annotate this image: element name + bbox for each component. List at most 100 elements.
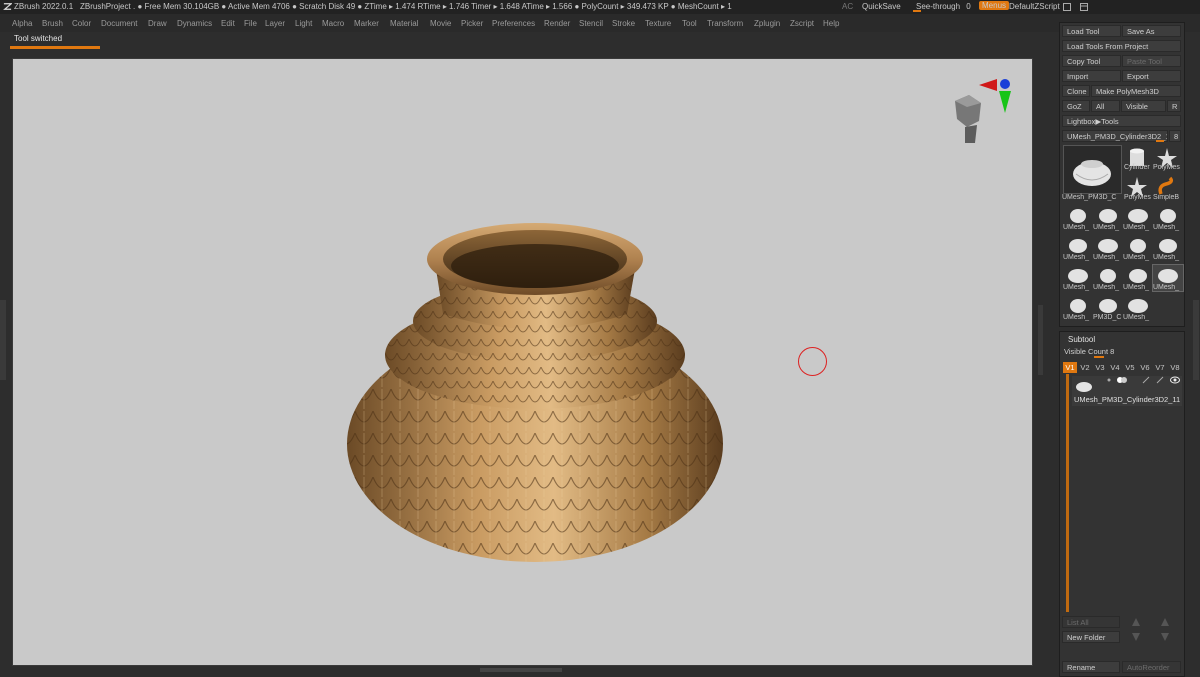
document-canvas[interactable] [12,58,1033,666]
menu-item-movie[interactable]: Movie [430,19,451,28]
tool-thumbnail[interactable]: UMesh_ [1093,205,1123,231]
menu-item-file[interactable]: File [244,19,257,28]
active-tool-thumbnail[interactable] [1063,145,1122,194]
pot-thumbnail-icon [1070,299,1086,313]
menu-item-draw[interactable]: Draw [148,19,167,28]
current-tool-slider[interactable]: UMesh_PM3D_Cylinder3D2_1 [1062,130,1168,142]
rename-button[interactable]: Rename [1062,661,1120,673]
y-axis-icon[interactable] [999,91,1011,113]
tool-thumbnail[interactable]: UMesh_ [1123,235,1153,261]
menu-item-picker[interactable]: Picker [461,19,483,28]
subtool-item[interactable]: UMesh_PM3D_Cylinder3D2_11 [1072,376,1182,406]
bottom-shelf-handle[interactable] [480,668,562,672]
menu-item-material[interactable]: Material [390,19,418,28]
tool-thumbnail[interactable]: UMesh_ [1153,205,1183,231]
load-tools-from-project-button[interactable]: Load Tools From Project [1062,40,1181,52]
menu-item-tool[interactable]: Tool [682,19,697,28]
brush-icon[interactable] [1142,376,1150,384]
tray-handle[interactable] [1193,300,1199,380]
tool-thumbnail[interactable]: UMesh_ [1123,205,1153,231]
tool-thumbnail[interactable]: UMesh_ [1063,295,1093,321]
quicksave-button[interactable]: QuickSave [862,2,901,11]
list-all-button[interactable]: List All [1062,616,1120,628]
make-polymesh-button[interactable]: Make PolyMesh3D [1091,85,1181,97]
visibility-tab-v3[interactable]: V3 [1093,362,1107,373]
import-button[interactable]: Import [1062,70,1121,82]
tool-thumbnail[interactable]: UMesh_ [1063,265,1093,291]
visibility-tab-v4[interactable]: V4 [1108,362,1122,373]
right-shelf-handle[interactable] [1038,305,1043,375]
menu-item-stroke[interactable]: Stroke [612,19,635,28]
tool-thumbnail[interactable]: UMesh_ [1152,264,1184,292]
visibility-tab-v5[interactable]: V5 [1123,362,1137,373]
menu-item-color[interactable]: Color [72,19,91,28]
menu-item-brush[interactable]: Brush [42,19,63,28]
menu-item-light[interactable]: Light [295,19,312,28]
goz-all-button[interactable]: All [1091,100,1120,112]
left-shelf-handle[interactable] [0,300,6,380]
move-bottom-icon[interactable] [1161,633,1169,641]
visibility-tab-v1[interactable]: V1 [1063,362,1077,373]
menu-item-texture[interactable]: Texture [645,19,671,28]
tool-thumbnail[interactable]: UMesh_ [1063,205,1093,231]
visibility-tab-v7[interactable]: V7 [1153,362,1167,373]
move-top-icon[interactable] [1161,618,1169,626]
tool-thumbnail[interactable]: PM3D_C [1093,295,1123,321]
menu-item-macro[interactable]: Macro [322,19,344,28]
polypaint-icon[interactable] [1105,376,1113,384]
clone-button[interactable]: Clone [1062,85,1090,97]
subtool-title[interactable]: Subtool [1068,335,1095,344]
export-button[interactable]: Export [1122,70,1181,82]
copy-tool-button[interactable]: Copy Tool [1062,55,1121,67]
save-as-button[interactable]: Save As [1122,25,1181,37]
load-tool-button[interactable]: Load Tool [1062,25,1121,37]
x-axis-icon[interactable] [979,79,997,91]
menus-button[interactable]: Menus [979,1,1010,10]
move-up-icon[interactable] [1132,618,1140,626]
menu-item-marker[interactable]: Marker [354,19,379,28]
z-axis-icon[interactable] [1000,79,1010,89]
goz-visible-button[interactable]: Visible [1121,100,1166,112]
ac-button[interactable]: AC [842,2,853,11]
tool-thumbnail[interactable]: UMesh_ [1123,295,1153,321]
tool-thumbnail[interactable]: UMesh_ [1093,235,1123,261]
auto-reorder-button[interactable]: AutoReorder [1122,661,1181,673]
paste-tool-button[interactable]: Paste Tool [1122,55,1181,67]
tool-thumbnail[interactable]: UMesh_ [1063,235,1093,261]
menu-item-dynamics[interactable]: Dynamics [177,19,212,28]
see-through-value: 0 [966,2,971,11]
menu-item-zplugin[interactable]: Zplugin [754,19,780,28]
menu-item-help[interactable]: Help [823,19,839,28]
subtool-scrollbar[interactable] [1066,374,1069,612]
new-folder-button[interactable]: New Folder [1062,631,1120,643]
layout-icon[interactable] [1080,3,1088,11]
menu-item-layer[interactable]: Layer [265,19,285,28]
menu-item-alpha[interactable]: Alpha [12,19,32,28]
lightbox-tools-button[interactable]: Lightbox▶Tools [1062,115,1181,127]
eye-icon[interactable] [1170,376,1180,384]
subtool-paint-icon[interactable] [1156,376,1164,384]
tool-thumbnail[interactable]: UMesh_ [1123,265,1153,291]
goz-button[interactable]: GoZ [1062,100,1090,112]
tool-thumbnail[interactable]: UMesh_ [1153,235,1183,261]
menu-item-stencil[interactable]: Stencil [579,19,603,28]
menu-item-document[interactable]: Document [101,19,137,28]
visible-count-slider[interactable]: Visible Count 8 [1064,347,1114,356]
toggle-icon[interactable] [1117,376,1127,384]
menu-item-render[interactable]: Render [544,19,570,28]
default-zscript-button[interactable]: DefaultZScript [1009,2,1060,11]
visibility-tab-v8[interactable]: V8 [1168,362,1182,373]
menu-item-transform[interactable]: Transform [707,19,743,28]
menu-item-preferences[interactable]: Preferences [492,19,535,28]
navigation-gizmo[interactable] [941,77,1016,149]
goz-r-button[interactable]: R [1167,100,1181,112]
pot-model[interactable] [13,59,1032,665]
visibility-tab-v6[interactable]: V6 [1138,362,1152,373]
move-down-icon[interactable] [1132,633,1140,641]
tool-thumbnail[interactable]: UMesh_ [1093,265,1123,291]
menu-item-edit[interactable]: Edit [221,19,235,28]
menu-item-zscript[interactable]: Zscript [790,19,814,28]
visibility-tab-v2[interactable]: V2 [1078,362,1092,373]
see-through-slider[interactable]: See-through 0 [916,2,971,11]
window-icon[interactable] [1063,3,1071,11]
